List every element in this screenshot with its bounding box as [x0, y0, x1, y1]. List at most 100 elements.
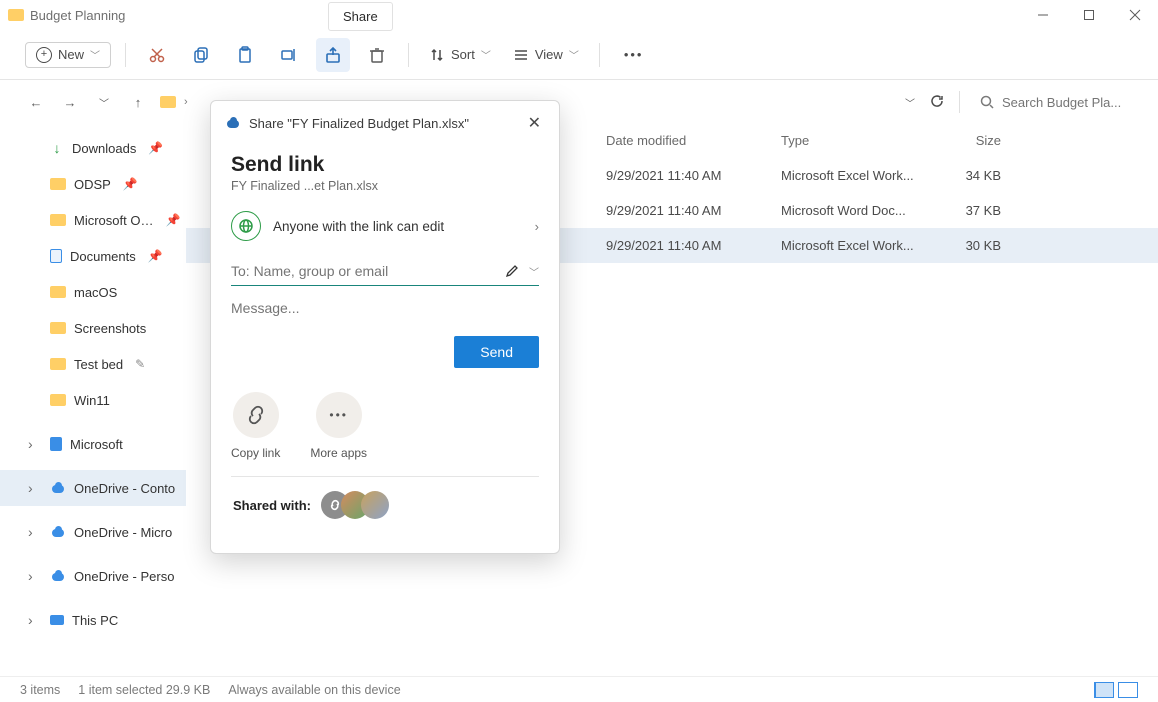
- sidebar-item[interactable]: macOS: [0, 274, 186, 310]
- chevron-down-icon: ﹀: [90, 47, 100, 62]
- file-date-cell: 9/29/2021 11:40 AM: [606, 168, 781, 183]
- permission-row[interactable]: Anyone with the link can edit ›: [231, 211, 539, 241]
- file-size-cell: 30 KB: [931, 238, 1031, 253]
- folder-icon: [50, 358, 66, 370]
- folder-icon: [50, 394, 66, 406]
- message-input[interactable]: [231, 300, 539, 316]
- onedrive-icon: [225, 117, 241, 129]
- back-button[interactable]: ←: [24, 95, 48, 110]
- new-button[interactable]: + New ﹀: [25, 42, 111, 68]
- file-date-cell: 9/29/2021 11:40 AM: [606, 203, 781, 218]
- dialog-heading: Send link: [231, 153, 539, 177]
- more-button[interactable]: •••: [614, 47, 654, 62]
- file-type-cell: Microsoft Excel Work...: [781, 238, 931, 253]
- sidebar: ↓Downloads📌ODSP📌Microsoft O…📌Documents📌m…: [0, 124, 186, 676]
- send-button[interactable]: Send: [454, 336, 539, 368]
- sidebar-item[interactable]: Screenshots: [0, 310, 186, 346]
- cut-button[interactable]: [140, 38, 174, 72]
- sidebar-item[interactable]: Microsoft O… 📌: [0, 202, 186, 238]
- rename-button[interactable]: [272, 38, 306, 72]
- sidebar-item[interactable]: Test bed✎: [0, 346, 186, 382]
- minimize-button[interactable]: [1020, 0, 1066, 30]
- column-type[interactable]: Type: [781, 133, 931, 148]
- status-availability: Always available on this device: [228, 683, 400, 697]
- sidebar-item[interactable]: OneDrive - Micro: [0, 514, 186, 550]
- chevron-down-icon: ﹀: [481, 47, 491, 62]
- cloud-icon: [50, 526, 66, 538]
- thumbnails-view-button[interactable]: [1118, 682, 1138, 698]
- dialog-close-button[interactable]: ✕: [524, 111, 545, 135]
- separator: [959, 91, 960, 113]
- app-icon: [50, 437, 62, 451]
- plus-icon: +: [36, 47, 52, 63]
- maximize-button[interactable]: [1066, 0, 1112, 30]
- pin-icon: 📌: [148, 249, 163, 263]
- sidebar-item[interactable]: OneDrive - Perso: [0, 558, 186, 594]
- dialog-titlebar: Share "FY Finalized Budget Plan.xlsx" ✕: [211, 101, 559, 145]
- pin-icon: 📌: [165, 213, 180, 227]
- sidebar-item-label: Documents: [70, 249, 136, 264]
- history-dropdown[interactable]: ﹀: [92, 95, 116, 110]
- paste-button[interactable]: [228, 38, 262, 72]
- more-apps-icon: •••: [316, 392, 362, 438]
- sidebar-item-label: OneDrive - Micro: [74, 525, 172, 540]
- view-button[interactable]: View ﹀: [507, 47, 585, 63]
- file-size-cell: 34 KB: [931, 168, 1031, 183]
- sidebar-item-label: OneDrive - Conto: [74, 481, 175, 496]
- sidebar-item-label: Screenshots: [74, 321, 146, 336]
- forward-button[interactable]: →: [58, 95, 82, 110]
- sidebar-item[interactable]: ↓Downloads📌: [0, 130, 186, 166]
- search-input[interactable]: [1002, 95, 1122, 110]
- edit-icon: ✎: [135, 357, 145, 371]
- file-type-cell: Microsoft Excel Work...: [781, 168, 931, 183]
- search-box[interactable]: [974, 95, 1134, 110]
- column-date[interactable]: Date modified: [606, 133, 781, 148]
- sidebar-item-label: This PC: [72, 613, 118, 628]
- toolbar-separator: [408, 43, 409, 67]
- copy-button[interactable]: [184, 38, 218, 72]
- new-label: New: [58, 47, 84, 62]
- sidebar-item[interactable]: ODSP📌: [0, 166, 186, 202]
- file-size-cell: 37 KB: [931, 203, 1031, 218]
- edit-icon[interactable]: [505, 264, 519, 278]
- address-bar: ← → ﹀ ↑ › ﹀: [0, 80, 1158, 124]
- sidebar-item-label: Microsoft O…: [74, 213, 153, 228]
- address-dropdown[interactable]: ﹀: [905, 95, 915, 110]
- more-apps-action[interactable]: ••• More apps: [310, 392, 367, 460]
- status-item-count: 3 items: [20, 683, 60, 697]
- sidebar-item[interactable]: Win11: [0, 382, 186, 418]
- globe-icon: [231, 211, 261, 241]
- up-button[interactable]: ↑: [126, 95, 150, 110]
- folder-icon: [8, 9, 24, 21]
- toolbar-separator: [125, 43, 126, 67]
- dialog-title: Share "FY Finalized Budget Plan.xlsx": [249, 116, 516, 131]
- recipients-input[interactable]: [231, 263, 495, 279]
- details-view-button[interactable]: [1094, 682, 1114, 698]
- view-icon: [513, 47, 529, 63]
- sidebar-item-label: OneDrive - Perso: [74, 569, 174, 584]
- more-apps-label: More apps: [310, 446, 367, 460]
- refresh-button[interactable]: [929, 93, 945, 112]
- sidebar-item[interactable]: Documents 📌: [0, 238, 186, 274]
- close-button[interactable]: [1112, 0, 1158, 30]
- chevron-down-icon[interactable]: ﹀: [529, 264, 539, 279]
- toolbar-separator: [599, 43, 600, 67]
- delete-button[interactable]: [360, 38, 394, 72]
- status-selection: 1 item selected 29.9 KB: [78, 683, 210, 697]
- pin-icon: 📌: [148, 141, 163, 155]
- sidebar-item[interactable]: This PC: [0, 602, 186, 638]
- sidebar-item[interactable]: Microsoft: [0, 426, 186, 462]
- shared-with-label: Shared with:: [233, 498, 311, 513]
- sidebar-item-label: Win11: [74, 393, 110, 408]
- sort-button[interactable]: Sort ﹀: [423, 47, 497, 63]
- share-button[interactable]: [316, 38, 350, 72]
- toolbar: + New ﹀ Sort ﹀ View ﹀ •••: [0, 30, 1158, 80]
- pin-icon: 📌: [123, 177, 138, 191]
- document-icon: [50, 249, 62, 263]
- sidebar-item[interactable]: OneDrive - Conto: [0, 470, 186, 506]
- sidebar-item-label: Downloads: [72, 141, 136, 156]
- copy-link-action[interactable]: Copy link: [231, 392, 280, 460]
- person-avatar[interactable]: [361, 491, 389, 519]
- chevron-right-icon: ›: [535, 219, 539, 234]
- column-size[interactable]: Size: [931, 133, 1031, 148]
